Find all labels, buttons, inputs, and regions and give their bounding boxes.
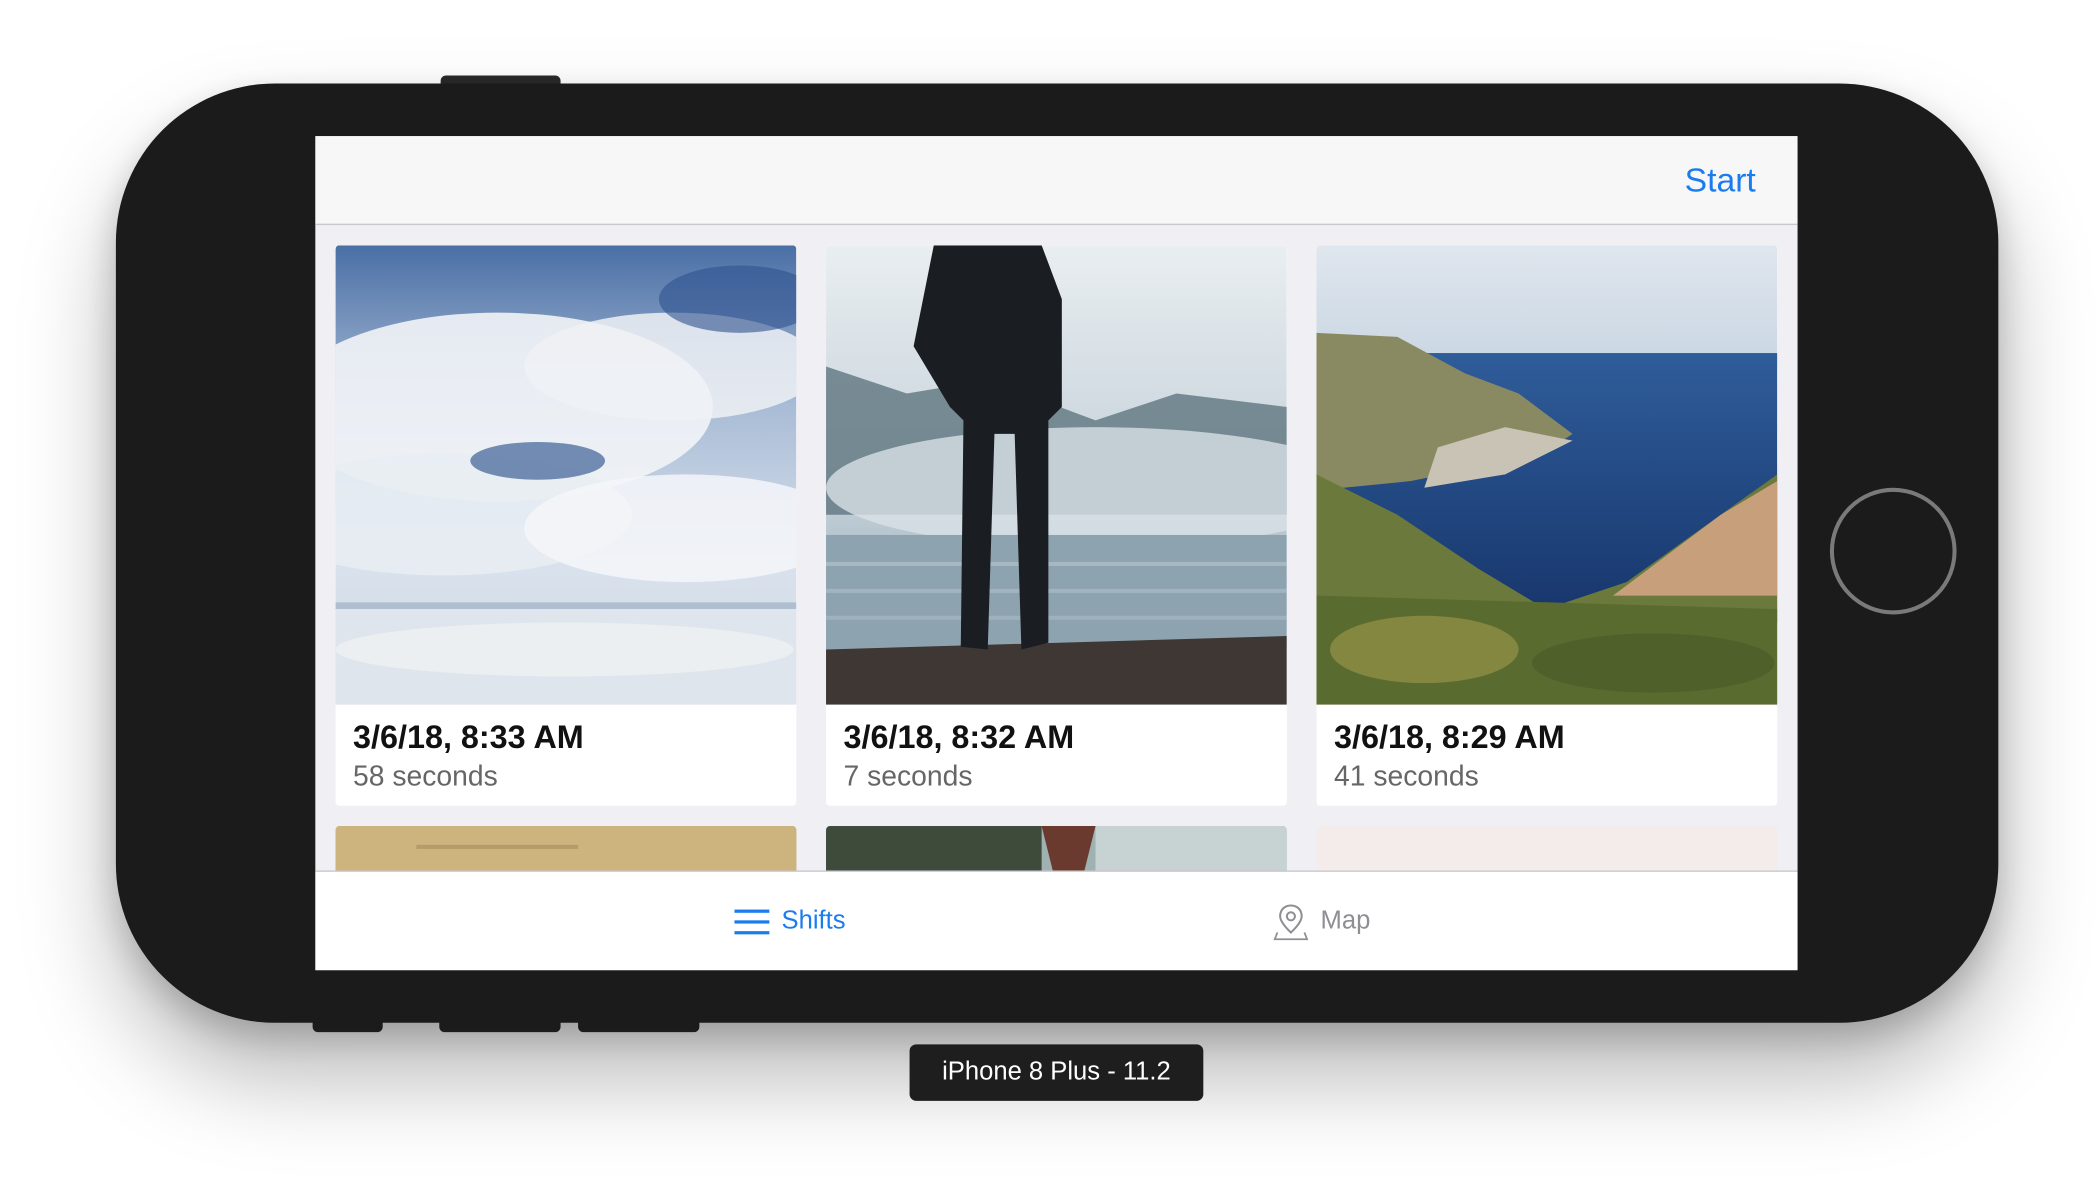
list-icon bbox=[734, 909, 770, 935]
simulator-window: Start 3/6/18, 8:33 AM 58 seconds 3/6/18,… bbox=[0, 0, 2099, 1197]
shift-date: 3/6/18, 8:33 AM bbox=[353, 719, 584, 756]
app-screen: Start 3/6/18, 8:33 AM 58 seconds 3/6/18,… bbox=[315, 136, 1798, 971]
shift-card-partial[interactable] bbox=[826, 826, 1287, 872]
shift-photo bbox=[335, 245, 797, 705]
map-pin-icon bbox=[1273, 904, 1309, 941]
shift-photo bbox=[826, 245, 1287, 705]
simulator-device-label: iPhone 8 Plus - 11.2 bbox=[909, 1044, 1204, 1101]
shift-card[interactable]: 3/6/18, 8:29 AM 41 seconds bbox=[1316, 245, 1778, 806]
shift-duration: 41 seconds bbox=[1334, 761, 1479, 793]
shift-date: 3/6/18, 8:29 AM bbox=[1334, 719, 1565, 756]
shift-card[interactable]: 3/6/18, 8:32 AM 7 seconds bbox=[826, 245, 1287, 806]
tab-bar: Shifts Map bbox=[315, 870, 1798, 971]
start-button[interactable]: Start bbox=[1685, 160, 1756, 200]
tab-shifts[interactable]: Shifts bbox=[734, 901, 846, 941]
shift-photo bbox=[1316, 245, 1778, 705]
navigation-bar: Start bbox=[315, 136, 1798, 226]
shifts-collection[interactable]: 3/6/18, 8:33 AM 58 seconds 3/6/18, 8:32 … bbox=[315, 225, 1797, 872]
shift-card-partial[interactable] bbox=[1316, 826, 1778, 872]
tab-shifts-label: Shifts bbox=[781, 906, 846, 936]
shift-date: 3/6/18, 8:32 AM bbox=[843, 719, 1075, 756]
home-button[interactable] bbox=[1829, 487, 1957, 615]
shift-duration: 58 seconds bbox=[353, 761, 498, 793]
shift-card[interactable]: 3/6/18, 8:33 AM 58 seconds bbox=[335, 245, 797, 806]
tab-map[interactable]: Map bbox=[1273, 901, 1370, 941]
shift-card-partial[interactable] bbox=[335, 826, 797, 872]
tab-map-label: Map bbox=[1320, 906, 1371, 936]
shift-duration: 7 seconds bbox=[843, 761, 973, 793]
